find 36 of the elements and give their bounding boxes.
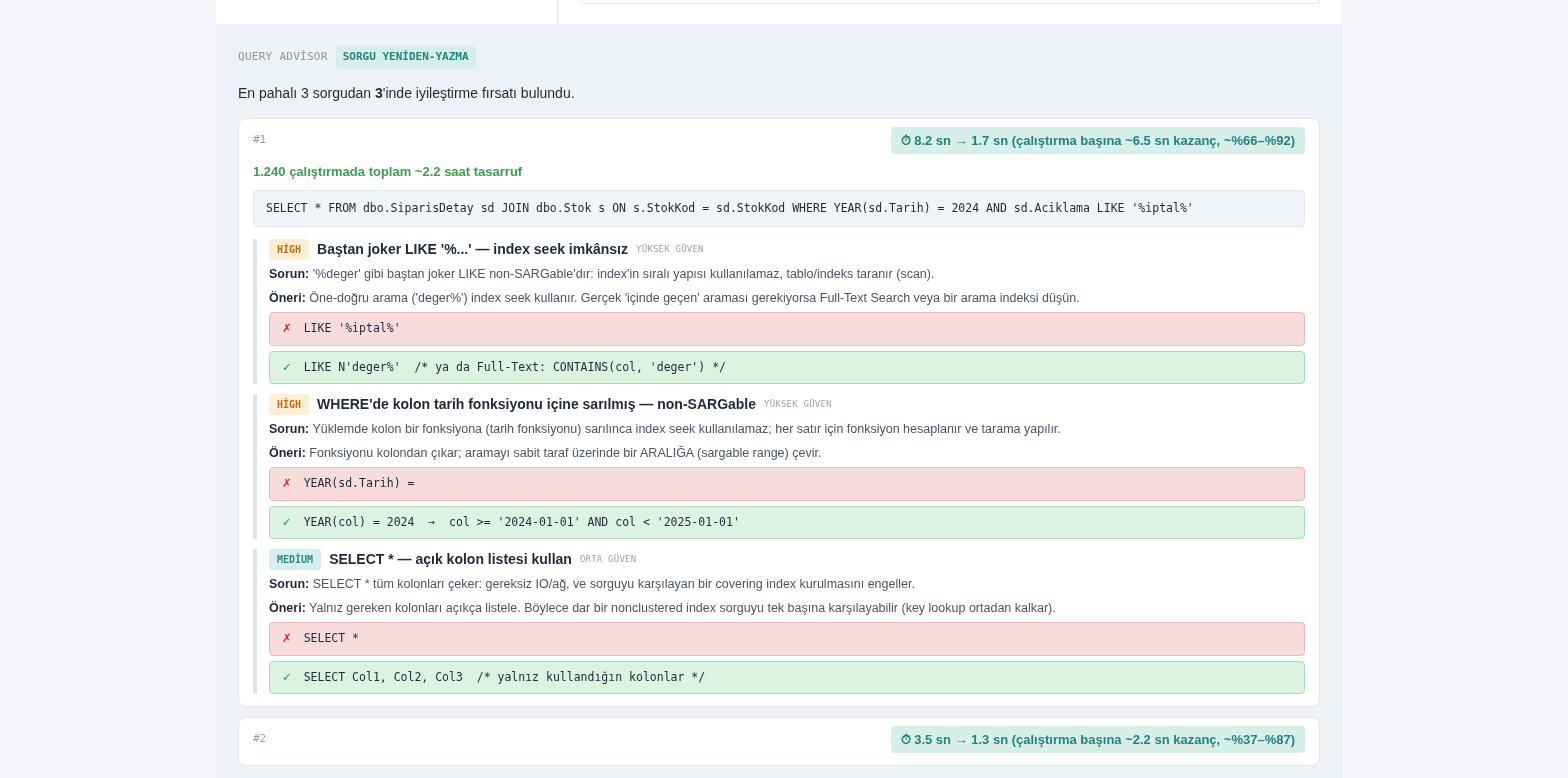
advice-text: Öneri: Öne-doğru arama ('deger%') index seek kullanır. Gerçek 'içinde geçen' araması gerekiyorsa Full-Text Search veya bir arama indeksi düşün. — [269, 289, 1081, 307]
gain-badge: ⏱ 3.5 sn → 1.3 sn (çalıştırma başına ~2.2 sn kazanç, ~%37–%87) — [890, 725, 1305, 754]
check-mark: ✓ — [282, 358, 292, 376]
cross-mark: ✗ — [282, 475, 292, 493]
bad-code: YEAR(sd.Tarih) = — [303, 475, 415, 493]
section-tag: SORGU YENİDEN-YAZMA — [335, 46, 476, 69]
good-code: SELECT Col1, Col2, Col3 /* yalnız kullandığın kolonlar */ — [303, 668, 706, 686]
check-mark: ✓ — [282, 513, 292, 531]
confidence-label: YÜKSEK GÜVEN — [636, 242, 704, 256]
finding-title: Baştan joker LIKE '%...' — index seek imkânsız — [317, 239, 628, 259]
bad-code: LIKE '%iptal%' — [303, 320, 401, 338]
severity-badge: HİGH — [269, 393, 310, 415]
check-mark: ✓ — [282, 668, 292, 686]
severity-badge: MEDİUM — [269, 548, 322, 570]
good-code: LIKE N'deger%' /* ya da Full-Text: CONTAINS(col, 'deger') */ — [303, 358, 726, 376]
problem-text: Sorun: Yüklemde kolon bir fonksiyona (tarih fonksiyonu) sarılınca index seek kullanılamaz; her satır için fonksiyon hesaplanır ve tarama yapılır. — [269, 420, 1062, 438]
cross-mark: ✗ — [282, 630, 292, 648]
finding-title: WHERE'de kolon tarih fonksiyonu içine sarılmış — non-SARGable — [317, 394, 757, 414]
sql-block: SELECT * FROM dbo.SiparisDetay sd JOIN dbo.Stok s ON s.StokKod = sd.StokKod WHERE YEAR(sd.Tarih) = 2024 AND sd.Aciklama LIKE '%iptal%' — [253, 189, 1305, 227]
finding-title: SELECT * — açık kolon listesi kullan — [329, 549, 572, 569]
problem-text: Sorun: '%deger' gibi baştan joker LIKE non-SARGable'dır: index'in sıralı yapısı kullanılamaz, tablo/indeks taranır (scan). — [269, 265, 936, 283]
total-savings: 1.240 çalıştırmada toplam ~2.2 saat tasarruf — [253, 163, 524, 181]
cross-mark: ✗ — [282, 320, 292, 338]
query-rank: #1 — [253, 132, 267, 148]
problem-text: Sorun: SELECT * tüm kolonları çeker: gereksiz IO/ağ, ve sorguyu karşılayan bir covering index kurulmasını engeller. — [269, 575, 916, 593]
gain-badge: ⏱ 8.2 sn → 1.7 sn (çalıştırma başına ~6.5 sn kazanç, ~%66–%92) — [890, 126, 1305, 154]
confidence-label: YÜKSEK GÜVEN — [764, 397, 832, 411]
summary-text: En pahalı 3 sorgudan 3'inde iyileştirme fırsatı bulundu. — [238, 83, 576, 103]
query-rank: #2 — [253, 731, 267, 748]
good-code: YEAR(col) = 2024 → col >= '2024-01-01' AND col < '2025-01-01' — [303, 513, 740, 531]
advice-text: Öneri: Fonksiyonu kolondan çıkar; aramayı sabit taraf üzerinde bir ARALIĞA (sargable range) çevir. — [269, 444, 823, 462]
severity-badge: HİGH — [269, 238, 310, 260]
advice-text: Öneri: Yalnız gereken kolonları açıkça listele. Böylece dar bir nonclustered index sorguyu tek başına karşılayabilir (key lookup ortadan kalkar). — [269, 599, 1057, 617]
bad-code: SELECT * — [303, 630, 360, 648]
confidence-label: ORTA GÜVEN — [579, 552, 637, 566]
section-label: QUERY ADVİSOR — [238, 49, 328, 65]
